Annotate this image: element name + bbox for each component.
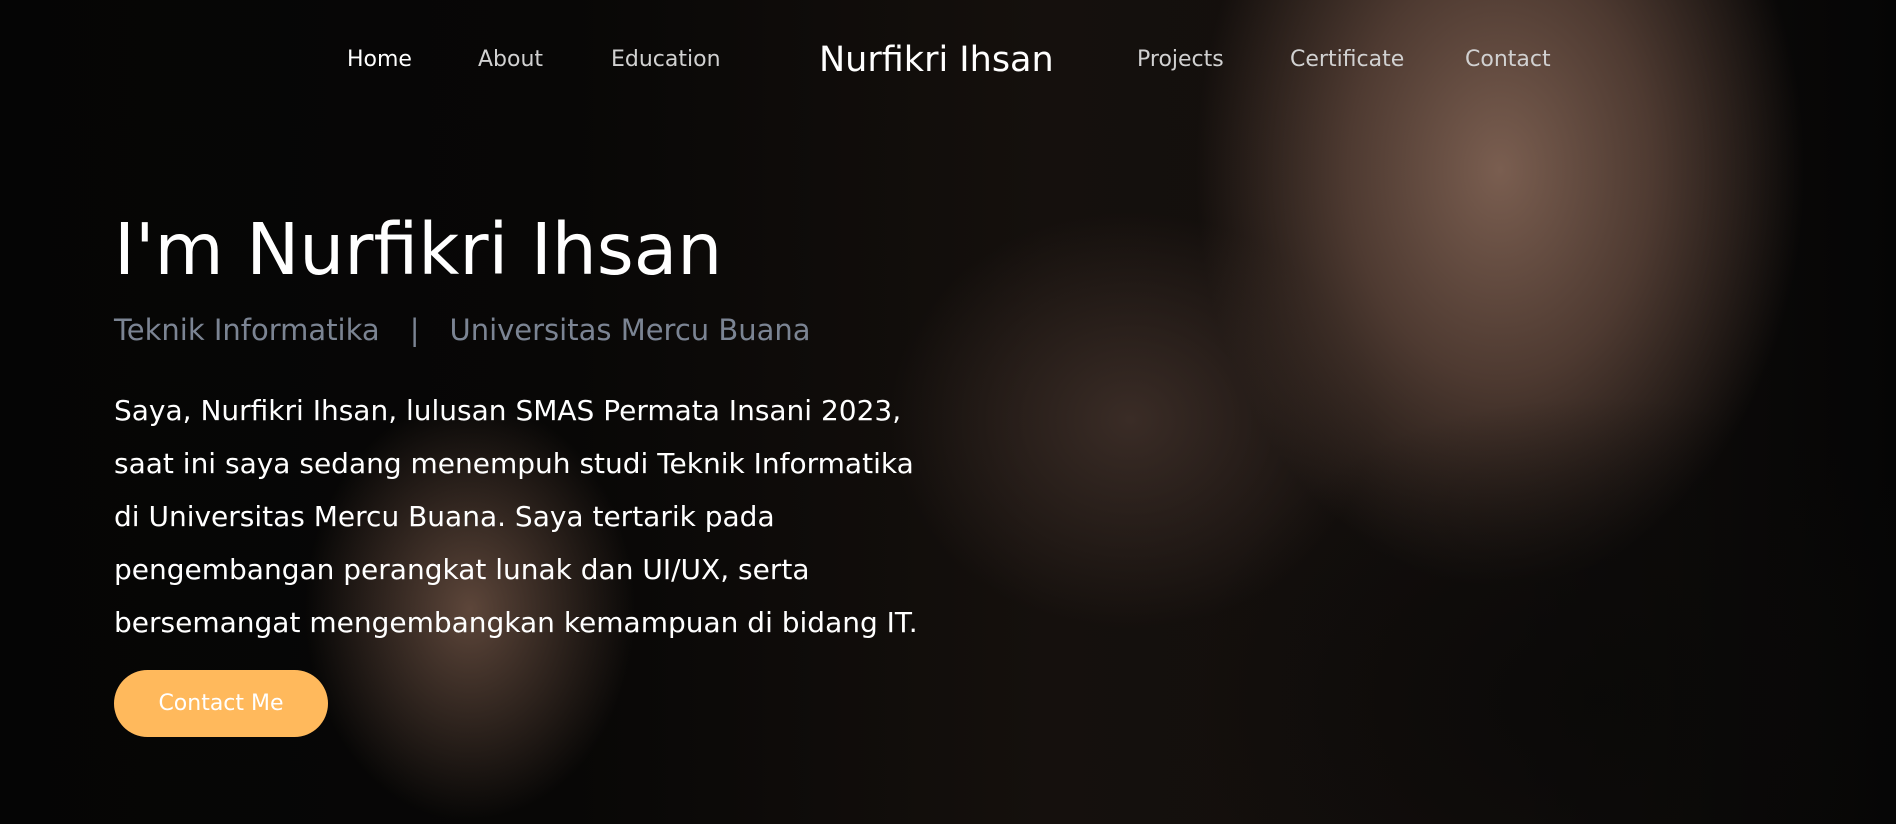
brand-name: Nurfikri Ihsan bbox=[819, 40, 1054, 80]
subtitle-separator: | bbox=[409, 313, 420, 347]
hero-bio: Saya, Nurfikri Ihsan, lulusan SMAS Perma… bbox=[114, 394, 918, 639]
nav-about[interactable]: About bbox=[478, 47, 543, 72]
program-name: Teknik Informatika bbox=[114, 313, 380, 347]
top-navigation: Home About Education Nurfikri Ihsan Proj… bbox=[0, 0, 1896, 124]
hero-subtitle: Teknik Informatika | Universitas Mercu Bua… bbox=[114, 313, 811, 347]
contact-me-button[interactable]: Contact Me bbox=[114, 670, 328, 737]
nav-projects[interactable]: Projects bbox=[1137, 47, 1224, 72]
nav-certificate[interactable]: Certificate bbox=[1290, 47, 1404, 72]
nav-education[interactable]: Education bbox=[611, 47, 721, 72]
nav-home[interactable]: Home bbox=[347, 47, 412, 72]
university-name: Universitas Mercu Buana bbox=[449, 313, 811, 347]
hero-section: Home About Education Nurfikri Ihsan Proj… bbox=[0, 0, 1896, 824]
nav-contact[interactable]: Contact bbox=[1465, 47, 1551, 72]
hero-title: I'm Nurfikri Ihsan bbox=[114, 208, 723, 291]
